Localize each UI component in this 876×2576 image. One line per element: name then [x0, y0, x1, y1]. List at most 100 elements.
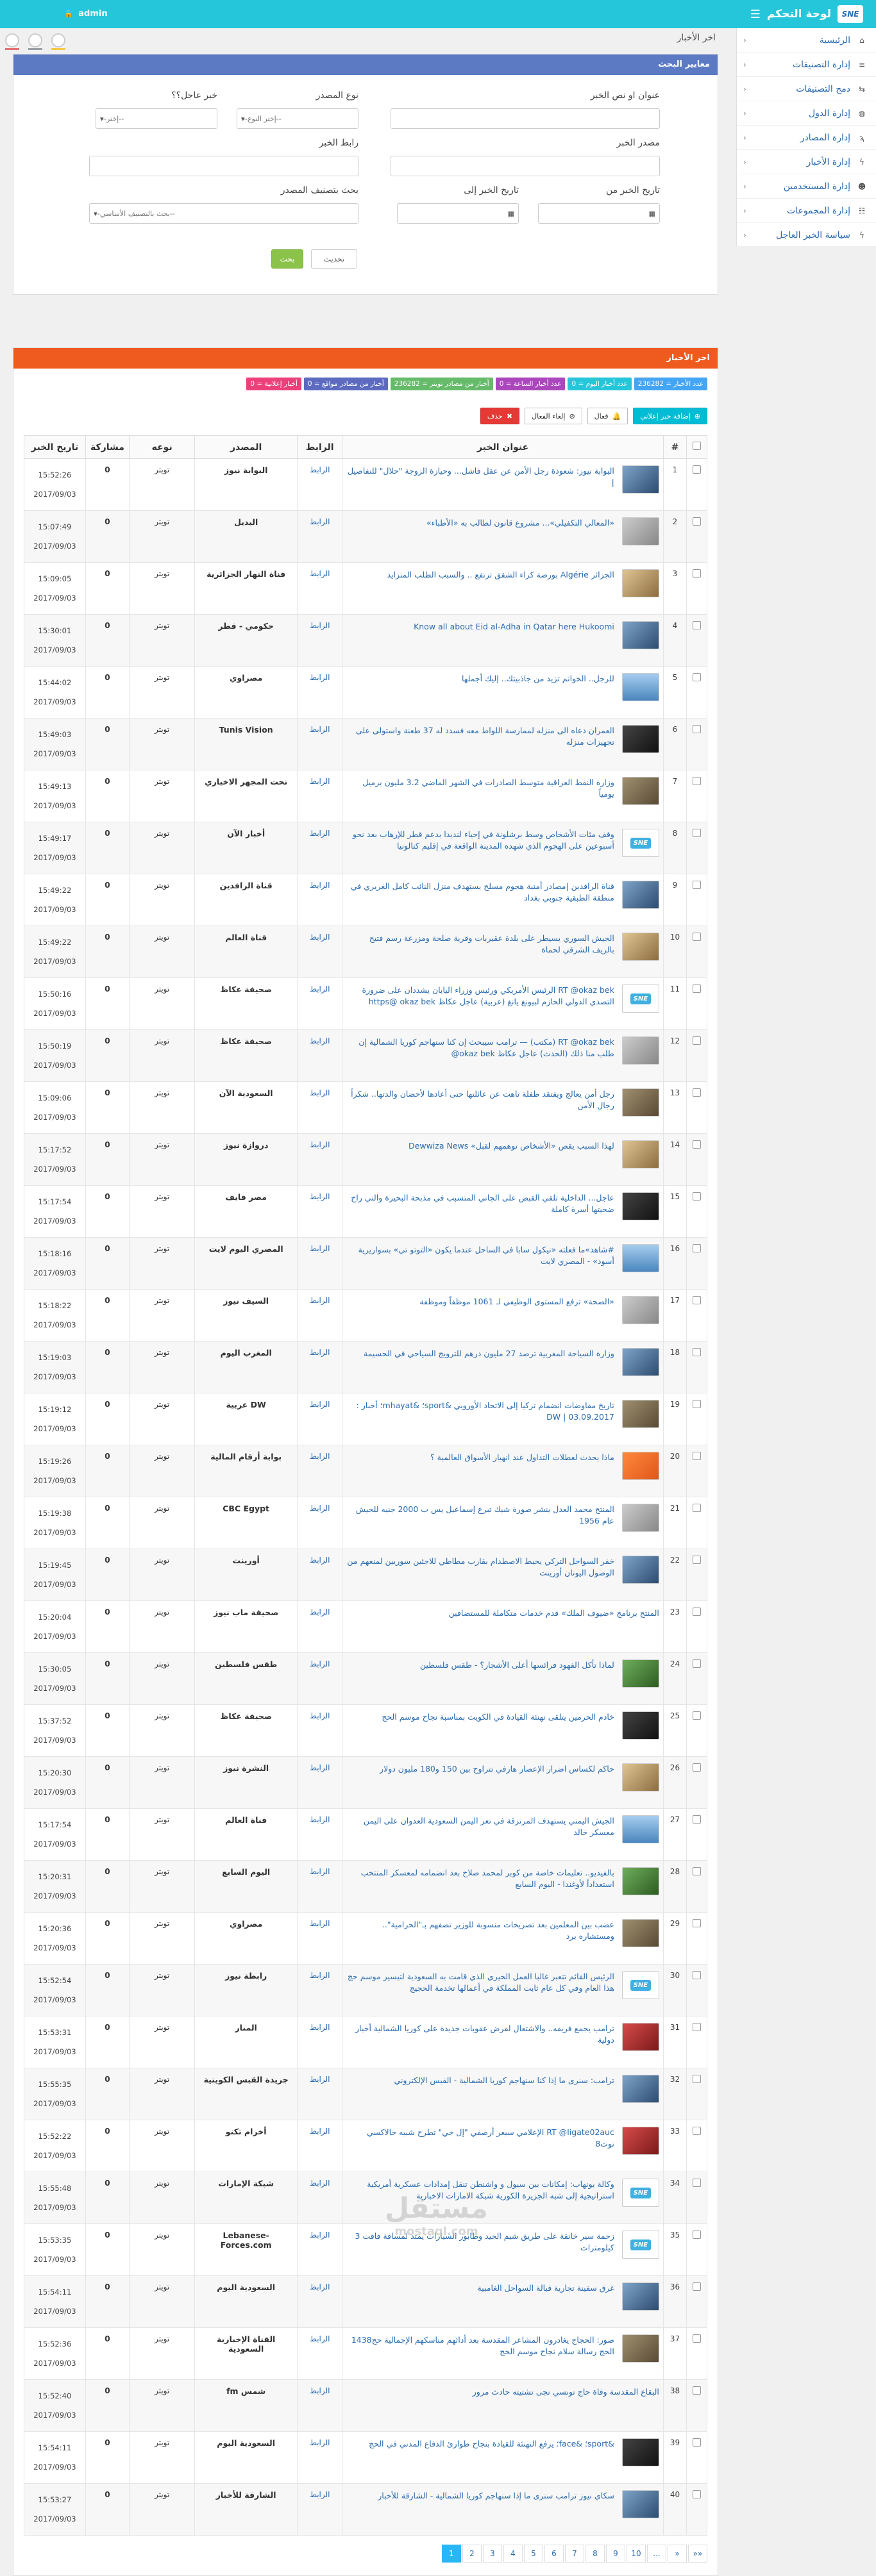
- page-link[interactable]: ...: [647, 2545, 666, 2563]
- row-checkbox[interactable]: [693, 465, 702, 474]
- link-input[interactable]: [89, 156, 358, 176]
- add-ad-news-button[interactable]: ⊕ إضافة خبر إعلاني: [633, 408, 707, 424]
- row-checkbox[interactable]: [693, 1348, 702, 1356]
- news-link[interactable]: الرابط: [301, 2023, 338, 2032]
- news-thumbnail[interactable]: [621, 1504, 659, 1532]
- news-link[interactable]: الرابط: [301, 2231, 338, 2239]
- page-link[interactable]: 5: [524, 2545, 543, 2563]
- row-checkbox[interactable]: [693, 2438, 702, 2447]
- page-link[interactable]: 3: [483, 2545, 502, 2563]
- sidebar-item-5[interactable]: ϟ إدارة الأخبار ‹: [737, 150, 876, 174]
- news-link[interactable]: الرابط: [301, 1452, 338, 1461]
- news-thumbnail[interactable]: [621, 1556, 659, 1584]
- row-checkbox[interactable]: [693, 2023, 702, 2031]
- news-thumbnail[interactable]: [621, 1348, 659, 1376]
- news-title-link[interactable]: بالفيديو.. تعليمات خاصة من كوبر لمحمد صل…: [346, 1867, 659, 1890]
- news-link[interactable]: الرابط: [301, 1088, 338, 1097]
- row-checkbox[interactable]: [693, 1815, 702, 1824]
- news-link[interactable]: الرابط: [301, 517, 338, 526]
- page-link[interactable]: 8: [585, 2545, 605, 2563]
- news-link[interactable]: الرابط: [301, 569, 338, 578]
- news-title-link[interactable]: RT @okaz bek (مكتب) — ترامب سيبحث إن كنا…: [346, 1036, 659, 1059]
- row-checkbox[interactable]: [693, 1452, 702, 1460]
- news-thumbnail[interactable]: [621, 933, 659, 961]
- news-title-link[interactable]: لهذا السبب يقص «الأشخاص توهمهم لقبل» Dew…: [346, 1140, 659, 1152]
- source-input[interactable]: [391, 156, 660, 176]
- row-checkbox[interactable]: [693, 2282, 702, 2291]
- col-source[interactable]: المصدر: [194, 435, 298, 459]
- news-title-link[interactable]: عاجل... الداخلية تلقي القبض على الجاني ا…: [346, 1192, 659, 1215]
- news-thumbnail[interactable]: [621, 673, 659, 701]
- sidebar-item-0[interactable]: ⌂ الرئيسية ‹: [737, 28, 876, 53]
- page-link[interactable]: 1: [442, 2545, 461, 2563]
- row-checkbox[interactable]: [693, 2334, 702, 2343]
- row-checkbox[interactable]: [693, 2179, 702, 2187]
- news-title-link[interactable]: صور: الحجاج يغادرون المشاعر المقدسة بعد …: [346, 2334, 659, 2357]
- news-title-link[interactable]: الجيش اليمني يستهدف المرتزقة في تعز اليم…: [346, 1815, 659, 1838]
- row-checkbox[interactable]: [693, 1919, 702, 1927]
- news-thumbnail[interactable]: [621, 2023, 659, 2051]
- activate-button[interactable]: 🔔 فعال: [587, 408, 628, 424]
- news-link[interactable]: الرابط: [301, 1608, 338, 1616]
- row-checkbox[interactable]: [693, 1556, 702, 1564]
- news-link[interactable]: الرابط: [301, 2127, 338, 2136]
- news-title-link[interactable]: سكاي نيوز ترامب سنرى ما إذا سنهاجم كوريا…: [346, 2490, 659, 2502]
- sidebar-item-2[interactable]: ⇆ دمج التصنيفات ‹: [737, 77, 876, 101]
- page-link[interactable]: »»: [688, 2545, 707, 2563]
- news-thumbnail[interactable]: [621, 2438, 659, 2466]
- news-thumbnail[interactable]: [621, 2282, 659, 2311]
- news-thumbnail[interactable]: [621, 1452, 659, 1480]
- news-thumbnail[interactable]: [621, 1244, 659, 1272]
- news-thumbnail[interactable]: [621, 569, 659, 597]
- sidebar-item-3[interactable]: ◍ إدارة الدول ‹: [737, 101, 876, 126]
- page-link[interactable]: 9: [606, 2545, 625, 2563]
- row-checkbox[interactable]: [693, 1971, 702, 1979]
- page-link[interactable]: 10: [627, 2545, 646, 2563]
- news-thumbnail[interactable]: [621, 2127, 659, 2155]
- row-checkbox[interactable]: [693, 777, 702, 785]
- row-checkbox[interactable]: [693, 985, 702, 993]
- news-thumbnail[interactable]: [621, 1763, 659, 1791]
- row-checkbox[interactable]: [693, 673, 702, 681]
- news-title-link[interactable]: الجزائر Algérie بورصة كراء الشقق ترتفع .…: [346, 569, 659, 581]
- title-input[interactable]: [391, 108, 660, 129]
- news-title-link[interactable]: «المعالي التكفيلي»... مشروع قانون لطالب …: [346, 517, 659, 529]
- news-thumbnail[interactable]: [621, 1867, 659, 1895]
- row-checkbox[interactable]: [693, 1192, 702, 1201]
- row-checkbox[interactable]: [693, 1867, 702, 1875]
- news-link[interactable]: الرابط: [301, 1036, 338, 1045]
- news-link[interactable]: الرابط: [301, 1763, 338, 1772]
- news-link[interactable]: الرابط: [301, 2282, 338, 2291]
- brand-logo[interactable]: SNE: [838, 5, 863, 23]
- news-link[interactable]: الرابط: [301, 1296, 338, 1305]
- news-title-link[interactable]: رجل أمن يعالج ويفتقد طفلة تاهت عن عائلته…: [346, 1088, 659, 1111]
- news-link[interactable]: الرابط: [301, 2490, 338, 2499]
- news-thumbnail[interactable]: [621, 621, 659, 649]
- news-title-link[interactable]: وزارة السياحة المغربية ترصد 27 مليون دره…: [346, 1348, 659, 1359]
- update-button[interactable]: تحديث: [311, 249, 357, 269]
- news-thumbnail[interactable]: [621, 881, 659, 909]
- page-link[interactable]: 6: [544, 2545, 564, 2563]
- row-checkbox[interactable]: [693, 2386, 702, 2395]
- row-checkbox[interactable]: [693, 2490, 702, 2498]
- news-title-link[interactable]: «الصحة» ترفع المستوى الوظيفي لـ 1061 موظ…: [346, 1296, 659, 1308]
- row-checkbox[interactable]: [693, 1244, 702, 1252]
- news-link[interactable]: الرابط: [301, 1244, 338, 1253]
- news-thumbnail[interactable]: [621, 1659, 659, 1688]
- news-thumbnail[interactable]: SNE: [621, 2231, 659, 2259]
- news-title-link[interactable]: المنتج محمد العدل ينشر صورة شيك تبرع إسم…: [346, 1504, 659, 1527]
- row-checkbox[interactable]: [693, 2231, 702, 2239]
- news-title-link[interactable]: ترامب: سنرى ما إذا كنا سنهاجم كوريا الشم…: [346, 2075, 659, 2086]
- news-thumbnail[interactable]: [621, 1036, 659, 1065]
- row-checkbox[interactable]: [693, 1504, 702, 1512]
- row-checkbox[interactable]: [693, 2075, 702, 2083]
- news-title-link[interactable]: خفر السواحل التركي يحبط الاصطدام بقارب م…: [346, 1556, 659, 1579]
- news-thumbnail[interactable]: [621, 1192, 659, 1220]
- news-thumbnail[interactable]: [621, 1815, 659, 1843]
- news-link[interactable]: الرابط: [301, 985, 338, 993]
- news-link[interactable]: الرابط: [301, 1659, 338, 1668]
- news-link[interactable]: الرابط: [301, 673, 338, 682]
- news-link[interactable]: الرابط: [301, 2075, 338, 2084]
- page-link[interactable]: 7: [565, 2545, 584, 2563]
- news-title-link[interactable]: الرئيس القائم تتعبر غالبا العمل الخيري ا…: [346, 1971, 659, 1994]
